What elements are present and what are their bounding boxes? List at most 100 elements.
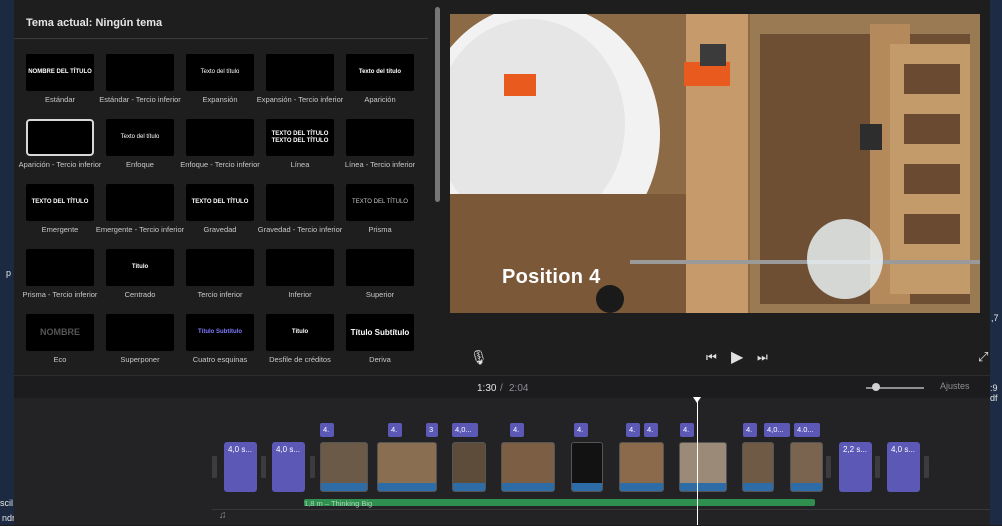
title-tile-label: Desfile de créditos bbox=[269, 355, 331, 364]
title-overlay-clip[interactable]: 4,0... bbox=[452, 423, 478, 437]
title-clip[interactable]: 4,0 s... bbox=[272, 442, 305, 492]
title-tile-enfoque[interactable]: Texto del título Enfoque bbox=[102, 119, 178, 183]
title-overlay-clip[interactable]: 4.0... bbox=[794, 423, 820, 437]
title-tile-gravedad[interactable]: TEXTO DEL TÍTULO Gravedad bbox=[182, 184, 258, 248]
title-tile-gravedad-tercio[interactable]: Gravedad - Tercio inferior bbox=[258, 184, 342, 248]
titles-browser: Tema actual: Ningún tema NOMBRE DEL TÍTU… bbox=[14, 0, 442, 373]
playhead[interactable] bbox=[697, 398, 698, 525]
title-overlay-clip[interactable]: 4. bbox=[510, 423, 524, 437]
title-overlay-clip[interactable]: 4. bbox=[743, 423, 757, 437]
transition-marker[interactable] bbox=[310, 456, 315, 478]
title-tile-label: Cuatro esquinas bbox=[192, 355, 248, 364]
title-tile-expansion-tercio[interactable]: Expansión - Tercio inferior bbox=[257, 54, 343, 118]
title-thumbnail bbox=[106, 54, 174, 91]
video-clip[interactable] bbox=[452, 442, 486, 492]
title-thumbnail bbox=[346, 249, 414, 286]
settings-button[interactable]: Ajustes bbox=[940, 381, 970, 391]
video-title-overlay: Position 4 bbox=[502, 266, 601, 288]
current-theme-label: Tema actual: Ningún tema bbox=[26, 17, 163, 29]
title-thumbnail: Título Subtítulo bbox=[186, 314, 254, 351]
title-thumbnail bbox=[106, 184, 174, 221]
title-tile-emergente[interactable]: TEXTO DEL TÍTULO Emergente bbox=[22, 184, 98, 248]
transition-marker[interactable] bbox=[924, 456, 929, 478]
zoom-slider-knob[interactable] bbox=[872, 383, 880, 391]
music-clip[interactable] bbox=[304, 499, 815, 506]
video-clip[interactable] bbox=[571, 442, 603, 492]
title-tile-eco[interactable]: NOMBRE Eco bbox=[22, 314, 98, 378]
title-thumbnail bbox=[106, 314, 174, 351]
skip-forward-icon[interactable]: ⏭ bbox=[757, 350, 768, 365]
video-clip[interactable] bbox=[790, 442, 823, 492]
title-tile-label: Enfoque - Tercio inferior bbox=[180, 160, 260, 169]
title-tile-label: Prisma bbox=[368, 225, 392, 234]
imovie-window: Tema actual: Ningún tema NOMBRE DEL TÍTU… bbox=[14, 0, 990, 525]
video-clip[interactable] bbox=[679, 442, 727, 492]
music-track[interactable] bbox=[212, 509, 990, 526]
video-clip[interactable] bbox=[742, 442, 774, 492]
title-overlay-clip[interactable]: 4. bbox=[644, 423, 658, 437]
title-tile-label: Emergente - Tercio inferior bbox=[95, 225, 185, 234]
title-tile-label: Superponer bbox=[120, 355, 160, 364]
title-overlay-clip[interactable]: 4,0... bbox=[764, 423, 790, 437]
title-tile-superior[interactable]: Superior bbox=[342, 249, 418, 313]
browser-header: Tema actual: Ningún tema bbox=[14, 8, 428, 39]
title-tile-cuatro-esquinas[interactable]: Título Subtítulo Cuatro esquinas bbox=[182, 314, 258, 378]
title-tile-label: Emergente bbox=[41, 225, 79, 234]
title-tile-centrado[interactable]: Título Centrado bbox=[102, 249, 178, 313]
timeline-ruler bbox=[14, 398, 990, 404]
title-tile-prisma-tercio[interactable]: Prisma - Tercio inferior bbox=[22, 249, 98, 313]
transition-marker[interactable] bbox=[875, 456, 880, 478]
transition-marker[interactable] bbox=[826, 456, 831, 478]
video-viewer: Position 4 🎙 ⏮ ▶ ⏭ ⤢ bbox=[444, 0, 990, 373]
title-tile-aparicion-tercio[interactable]: Aparición - Tercio inferior bbox=[19, 119, 101, 183]
title-clip[interactable]: 4,0 s... bbox=[224, 442, 257, 492]
title-tile-aparicion[interactable]: Texto del título Aparición bbox=[342, 54, 418, 118]
title-tile-deriva[interactable]: Título Subtítulo Deriva bbox=[342, 314, 418, 378]
play-icon[interactable]: ▶ bbox=[731, 347, 743, 367]
title-clip[interactable]: 4,0 s... bbox=[887, 442, 920, 492]
title-overlay-clip[interactable]: 4. bbox=[626, 423, 640, 437]
title-tile-estandar-tercio[interactable]: Estándar - Tercio inferior bbox=[99, 54, 181, 118]
video-clip[interactable] bbox=[501, 442, 555, 492]
title-overlay-clip[interactable]: 3 bbox=[426, 423, 438, 437]
title-tile-superponer[interactable]: Superponer bbox=[102, 314, 178, 378]
transition-marker[interactable] bbox=[261, 456, 266, 478]
video-clip[interactable] bbox=[619, 442, 664, 492]
title-tile-expansion[interactable]: Texto del título Expansión bbox=[182, 54, 258, 118]
fullscreen-icon[interactable]: ⤢ bbox=[978, 349, 988, 365]
title-tile-label: Prisma - Tercio inferior bbox=[22, 290, 98, 299]
title-tile-label: Expansión bbox=[202, 95, 238, 104]
title-tile-linea[interactable]: TEXTO DEL TÍTULO TEXTO DEL TÍTULO Línea bbox=[262, 119, 338, 183]
title-tile-emergente-tercio[interactable]: Emergente - Tercio inferior bbox=[96, 184, 184, 248]
timecode-bar: 1:30 / 2:04 Ajustes bbox=[14, 375, 990, 398]
video-clip[interactable] bbox=[320, 442, 368, 492]
title-tile-enfoque-tercio[interactable]: Enfoque - Tercio inferior bbox=[180, 119, 260, 183]
title-tile-prisma[interactable]: TEXTO DEL TÍTULO Prisma bbox=[342, 184, 418, 248]
title-tile-linea-tercio[interactable]: Línea - Tercio inferior bbox=[342, 119, 418, 183]
title-clip[interactable]: 2,2 s... bbox=[839, 442, 872, 492]
timeline[interactable]: 4,0 s... 4,0 s... 2,2 s... 4,0 s... 4. 4… bbox=[14, 397, 990, 526]
title-overlay-clip[interactable]: 4. bbox=[388, 423, 402, 437]
title-tile-estandar[interactable]: NOMBRE DEL TÍTULO Estándar bbox=[22, 54, 98, 118]
skip-back-icon[interactable]: ⏮ bbox=[706, 350, 717, 365]
video-preview[interactable]: Position 4 bbox=[450, 14, 980, 313]
title-overlay-clip[interactable]: 4. bbox=[574, 423, 588, 437]
title-thumbnail: Texto del título bbox=[106, 119, 174, 156]
title-thumbnail: NOMBRE bbox=[26, 314, 94, 351]
title-thumbnail: TEXTO DEL TÍTULO bbox=[186, 184, 254, 221]
title-tile-desfile-creditos[interactable]: Título Desfile de créditos bbox=[262, 314, 338, 378]
title-thumbnail: Título bbox=[266, 314, 334, 351]
title-tile-tercio-inferior[interactable]: Tercio inferior bbox=[182, 249, 258, 313]
desktop-background-right: ,7 :9 df bbox=[990, 0, 1002, 525]
title-overlay-clip[interactable]: 4. bbox=[320, 423, 334, 437]
title-tile-inferior[interactable]: Inferior bbox=[262, 249, 338, 313]
browser-scrollbar[interactable] bbox=[435, 7, 440, 202]
title-overlay-clip[interactable]: 4. bbox=[680, 423, 694, 437]
title-thumbnail: TEXTO DEL TÍTULO TEXTO DEL TÍTULO bbox=[266, 119, 334, 156]
title-thumbnail: Título Subtítulo bbox=[346, 314, 414, 351]
microphone-icon[interactable]: 🎙 bbox=[470, 349, 488, 366]
music-clip-label: 1,8 m – Thinking Big bbox=[304, 499, 373, 508]
title-thumbnail bbox=[186, 249, 254, 286]
video-clip[interactable] bbox=[377, 442, 437, 492]
transition-marker[interactable] bbox=[212, 456, 217, 478]
